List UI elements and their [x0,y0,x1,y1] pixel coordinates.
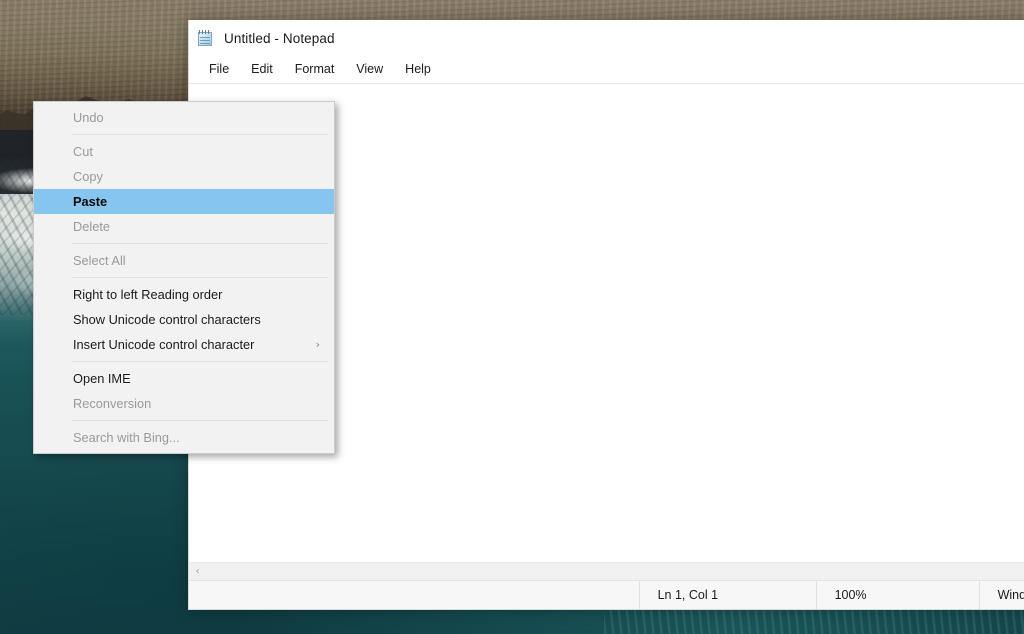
context-menu-item-label: Copy [73,169,103,184]
context-menu-separator [72,361,328,362]
notepad-text-content[interactable] [189,84,1024,88]
notepad-icon [197,29,215,48]
chevron-right-icon: › [315,338,320,351]
menu-file[interactable]: File [199,59,239,80]
window-title: Untitled - Notepad [224,30,335,46]
edit-context-menu[interactable]: Undo Cut Copy Paste Delete Select All Right to… [33,101,335,454]
notepad-menubar[interactable]: File Edit Format View Help [189,56,1024,84]
notepad-titlebar[interactable]: Untitled - Notepad [189,20,1024,56]
menu-help[interactable]: Help [395,59,441,80]
context-menu-item-select-all: Select All [34,248,334,273]
context-menu-item-cut: Cut [34,139,334,164]
context-menu-item-label: Delete [73,219,110,234]
context-menu-item-label: Insert Unicode control character [73,337,255,352]
context-menu-separator [72,134,328,135]
context-menu-separator [72,277,328,278]
context-menu-separator [72,420,328,421]
context-menu-item-delete: Delete [34,214,334,239]
context-menu-item-label: Reconversion [73,396,152,411]
context-menu-item-undo: Undo [34,105,334,130]
context-menu-item-label: Paste [73,194,108,209]
context-menu-item-copy: Copy [34,164,334,189]
menu-format[interactable]: Format [285,59,345,80]
horizontal-scrollbar[interactable]: ‹ [189,562,1024,580]
scrollbar-track[interactable] [206,563,1024,580]
scroll-left-arrow-icon[interactable]: ‹ [189,563,206,580]
menu-view[interactable]: View [346,59,393,80]
context-menu-item-label: Right to left Reading order [73,287,223,302]
context-menu-item-label: Undo [73,110,104,125]
menu-edit[interactable]: Edit [241,59,283,80]
context-menu-item-search-with-bing: Search with Bing... [34,425,334,450]
context-menu-item-label: Cut [73,144,93,159]
context-menu-item-label: Select All [73,253,126,268]
context-menu-item-open-ime[interactable]: Open IME [34,366,334,391]
context-menu-item-show-unicode-control-characters[interactable]: Show Unicode control characters [34,307,334,332]
context-menu-item-insert-unicode-control-character[interactable]: Insert Unicode control character › [34,332,334,357]
context-menu-item-label: Show Unicode control characters [73,312,261,327]
context-menu-item-reconversion: Reconversion [34,391,334,416]
context-menu-separator [72,243,328,244]
context-menu-item-label: Search with Bing... [73,430,180,445]
context-menu-item-paste[interactable]: Paste [34,189,334,214]
context-menu-item-right-to-left-reading-order[interactable]: Right to left Reading order [34,282,334,307]
status-line-ending: Windo [978,581,1024,609]
notepad-statusbar: Ln 1, Col 1 100% Windo [189,580,1024,609]
status-zoom-level[interactable]: 100% [815,581,979,609]
desktop-screen: Untitled - Notepad File Edit Format View… [0,0,1024,634]
status-cursor-position: Ln 1, Col 1 [638,581,816,609]
context-menu-item-label: Open IME [73,371,131,386]
